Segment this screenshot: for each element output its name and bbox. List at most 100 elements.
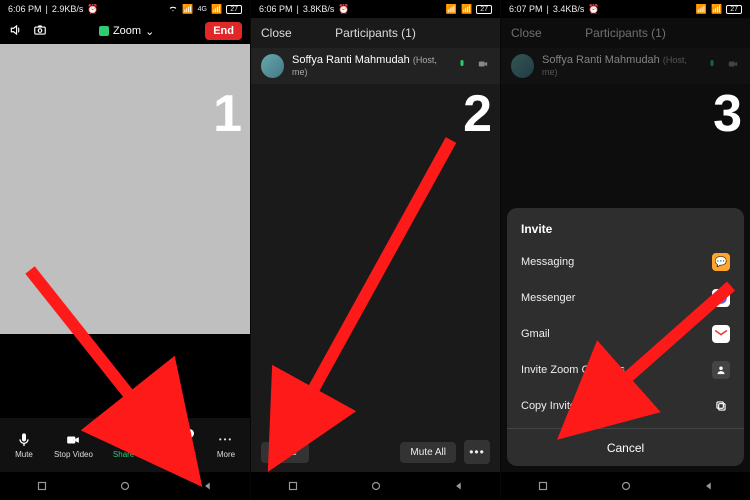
chevron-down-icon: ⌄ bbox=[145, 25, 154, 38]
camera-icon bbox=[476, 59, 490, 74]
avatar bbox=[261, 54, 284, 78]
alarm-icon: ⏰ bbox=[338, 4, 349, 15]
invite-option-zoom-contacts[interactable]: Invite Zoom Contacts bbox=[507, 352, 744, 388]
shield-icon bbox=[99, 26, 109, 36]
step-number: 3 bbox=[713, 84, 740, 144]
toolbar-label: More bbox=[217, 450, 235, 459]
status-time: 6:07 PM bbox=[509, 4, 543, 14]
screen-1-meeting: 6:06 PM | 2.9KB/s ⏰ 📶 4G 📶 27 bbox=[0, 0, 250, 500]
meeting-toolbar: Mute Stop Video Share 1 Participants bbox=[0, 418, 250, 472]
option-label: Messaging bbox=[521, 256, 574, 268]
sheet-title: Invite bbox=[507, 218, 744, 244]
signal-icon-2: 📶 bbox=[211, 4, 222, 15]
alarm-icon: ⏰ bbox=[87, 4, 98, 15]
participants-footer: Invite Mute All ••• bbox=[251, 432, 500, 472]
wifi-icon: 📶 bbox=[696, 4, 707, 15]
messaging-app-icon: 💬 bbox=[712, 253, 730, 271]
alarm-icon: ⏰ bbox=[588, 4, 599, 15]
wifi-icon bbox=[168, 3, 178, 15]
toolbar-label: Participants bbox=[154, 450, 196, 459]
signal-icon: 📶 bbox=[182, 4, 193, 15]
participant-name: Soffya Ranti Mahmudah bbox=[542, 54, 660, 66]
battery-icon: 27 bbox=[726, 5, 742, 14]
meeting-top-bar: Zoom ⌄ End bbox=[0, 18, 250, 44]
battery-icon: 27 bbox=[476, 5, 492, 14]
nav-home[interactable] bbox=[118, 479, 132, 493]
invite-option-messenger[interactable]: Messenger bbox=[507, 280, 744, 316]
step-number: 1 bbox=[213, 84, 240, 144]
stop-video-button[interactable]: Stop Video bbox=[54, 432, 93, 459]
invite-option-gmail[interactable]: Gmail bbox=[507, 316, 744, 352]
mute-button[interactable]: Mute bbox=[14, 432, 34, 459]
nav-back[interactable] bbox=[201, 479, 215, 493]
zoom-label: Zoom bbox=[113, 25, 141, 37]
status-net: 3.8KB/s bbox=[303, 4, 335, 14]
option-label: Invite Zoom Contacts bbox=[521, 364, 625, 376]
android-nav bbox=[0, 472, 250, 500]
more-options-button[interactable]: ••• bbox=[464, 440, 490, 464]
step-number: 2 bbox=[463, 84, 490, 144]
nav-home[interactable] bbox=[619, 479, 633, 493]
toolbar-label: Share bbox=[113, 450, 134, 459]
share-icon bbox=[114, 432, 134, 448]
android-nav bbox=[501, 472, 750, 500]
participants-icon bbox=[165, 432, 185, 448]
participant-row: Soffya Ranti Mahmudah (Host, me) bbox=[501, 48, 750, 84]
mic-on-icon bbox=[456, 59, 468, 74]
toolbar-label: Stop Video bbox=[54, 450, 93, 459]
zoom-dropdown[interactable]: Zoom ⌄ bbox=[99, 25, 154, 38]
volte-icon: 4G bbox=[198, 6, 207, 13]
contacts-icon bbox=[712, 361, 730, 379]
copy-icon bbox=[712, 397, 730, 415]
signal-icon: 📶 bbox=[461, 4, 472, 15]
option-label: Messenger bbox=[521, 292, 575, 304]
nav-home[interactable] bbox=[369, 479, 383, 493]
participant-row[interactable]: Soffya Ranti Mahmudah (Host, me) bbox=[251, 48, 500, 84]
toolbar-label: Mute bbox=[15, 450, 33, 459]
invite-option-copy-link[interactable]: Copy Invite Link bbox=[507, 388, 744, 424]
participant-name: Soffya Ranti Mahmudah bbox=[292, 54, 410, 66]
nav-recents[interactable] bbox=[286, 479, 300, 493]
page-title: Participants (1) bbox=[501, 26, 750, 40]
more-button[interactable]: ••• More bbox=[216, 432, 236, 459]
speaker-icon[interactable] bbox=[8, 23, 24, 40]
cancel-button[interactable]: Cancel bbox=[507, 428, 744, 466]
nav-recents[interactable] bbox=[536, 479, 550, 493]
gmail-app-icon bbox=[712, 325, 730, 343]
mic-icon bbox=[14, 432, 34, 448]
mute-all-button[interactable]: Mute All bbox=[400, 442, 456, 463]
participants-header: Close Participants (1) bbox=[251, 18, 500, 48]
invite-button[interactable]: Invite bbox=[261, 442, 309, 463]
switch-camera-icon[interactable] bbox=[32, 23, 48, 40]
status-bar: 6:07 PM | 3.4KB/s ⏰ 📶 📶 27 bbox=[501, 0, 750, 18]
avatar bbox=[511, 54, 534, 78]
page-title: Participants (1) bbox=[251, 26, 500, 40]
status-bar: 6:06 PM | 3.8KB/s ⏰ 📶 📶 27 bbox=[251, 0, 500, 18]
nav-recents[interactable] bbox=[35, 479, 49, 493]
invite-sheet: Invite Messaging 💬 Messenger Gmail Invit… bbox=[507, 208, 744, 466]
status-time: 6:06 PM bbox=[259, 4, 293, 14]
video-icon bbox=[63, 432, 83, 448]
status-time: 6:06 PM bbox=[8, 4, 42, 14]
mic-on-icon bbox=[706, 59, 718, 74]
share-button[interactable]: Share bbox=[113, 432, 134, 459]
invite-option-messaging[interactable]: Messaging 💬 bbox=[507, 244, 744, 280]
option-label: Copy Invite Link bbox=[521, 400, 599, 412]
screen-2-participants: 6:06 PM | 3.8KB/s ⏰ 📶 📶 27 Close Partici… bbox=[250, 0, 500, 500]
nav-back[interactable] bbox=[702, 479, 716, 493]
signal-icon: 📶 bbox=[711, 4, 722, 15]
android-nav bbox=[251, 472, 500, 500]
option-label: Gmail bbox=[521, 328, 550, 340]
battery-icon: 27 bbox=[226, 5, 242, 14]
participants-button[interactable]: 1 Participants bbox=[154, 432, 196, 459]
end-button[interactable]: End bbox=[205, 22, 242, 40]
nav-back[interactable] bbox=[452, 479, 466, 493]
status-net: 2.9KB/s bbox=[52, 4, 84, 14]
more-icon: ••• bbox=[216, 432, 236, 448]
messenger-app-icon bbox=[712, 289, 730, 307]
meeting-body bbox=[0, 334, 250, 418]
status-net: 3.4KB/s bbox=[553, 4, 585, 14]
camera-icon bbox=[726, 59, 740, 74]
participants-header: Close Participants (1) bbox=[501, 18, 750, 48]
participants-badge: 1 bbox=[184, 429, 194, 438]
